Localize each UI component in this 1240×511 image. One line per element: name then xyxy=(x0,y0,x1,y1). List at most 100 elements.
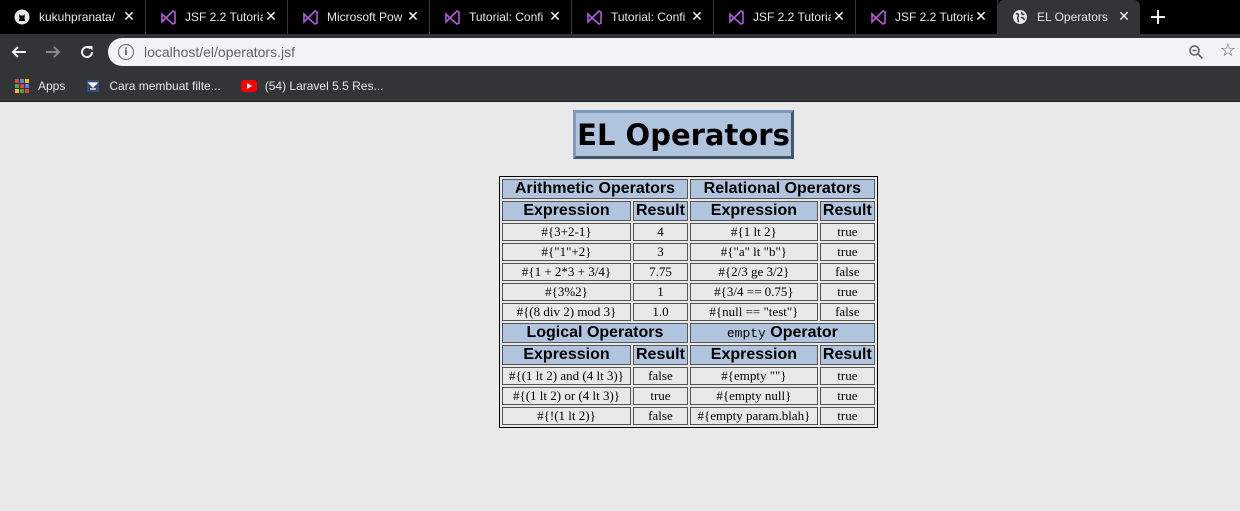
vs-icon xyxy=(302,9,318,25)
bookmark-label: Apps xyxy=(38,78,66,93)
forward-button[interactable] xyxy=(38,37,68,67)
empty-keyword: empty xyxy=(726,326,766,341)
reload-button[interactable] xyxy=(72,37,102,67)
relational-operators-heading: Relational Operators xyxy=(689,179,875,199)
new-tab-button[interactable]: + xyxy=(1140,0,1176,34)
table-row: #{1 + 2*3 + 3/4} 7.75 #{2/3 ge 3/2} fals… xyxy=(502,263,875,281)
empty-operator-suffix: Operator xyxy=(765,324,838,341)
expression-cell: #{empty ""} xyxy=(689,367,818,385)
result-cell: 7.75 xyxy=(633,263,688,281)
page-content: EL Operators Arithmetic Operators Relati… xyxy=(0,103,1240,511)
result-cell: false xyxy=(819,263,875,281)
tab-label: Tutorial: Confi xyxy=(469,10,544,24)
bookmark-cara-membuat[interactable]: Cara membuat filte... xyxy=(85,78,221,94)
result-header: Result xyxy=(633,345,688,365)
arrow-left-icon xyxy=(11,46,26,58)
bookmark-label: (54) Laravel 5.5 Res... xyxy=(264,78,384,93)
tab-jsf-tutorial-3[interactable]: JSF 2.2 Tutoria ✕ xyxy=(856,0,998,34)
tab-label: JSF 2.2 Tutorial xyxy=(185,10,263,24)
close-icon[interactable]: ✕ xyxy=(263,9,279,25)
tab-label: kukuhpranata/ xyxy=(39,10,116,24)
bookmarks-bar: Apps Cara membuat filte... (54) Laravel … xyxy=(0,70,1240,102)
tab-jsf-tutorial-1[interactable]: JSF 2.2 Tutorial ✕ xyxy=(146,0,288,34)
tab-jsf-tutorial-2[interactable]: JSF 2.2 Tutorial ✕ xyxy=(714,0,856,34)
zoom-icon[interactable] xyxy=(1188,44,1204,60)
result-cell: true xyxy=(819,283,875,301)
tab-tutorial-config-1[interactable]: Tutorial: Confi ✕ xyxy=(430,0,572,34)
result-cell: 1.0 xyxy=(633,303,688,321)
expression-cell: #{!(1 lt 2)} xyxy=(502,407,631,425)
table-row: #{(1 lt 2) or (4 lt 3)} true #{empty nul… xyxy=(502,387,875,405)
expression-cell: #{(1 lt 2) or (4 lt 3)} xyxy=(502,387,631,405)
tab-label: EL Operators xyxy=(1037,10,1108,24)
bookmark-apps[interactable]: Apps xyxy=(14,78,65,94)
result-cell: true xyxy=(819,407,875,425)
expression-cell: #{(8 div 2) mod 3} xyxy=(502,303,631,321)
youtube-icon xyxy=(240,78,257,94)
expression-header: Expression xyxy=(689,345,818,365)
result-cell: true xyxy=(819,387,875,405)
expression-cell: #{1 lt 2} xyxy=(689,223,818,241)
globe-icon xyxy=(1012,9,1028,25)
info-icon[interactable]: i xyxy=(118,44,134,60)
tab-label: Microsoft Pow xyxy=(327,10,403,24)
vs-icon xyxy=(160,9,176,25)
page-title: EL Operators xyxy=(577,117,790,152)
result-cell: false xyxy=(633,407,688,425)
reload-icon xyxy=(81,46,94,59)
bookmark-laravel[interactable]: (54) Laravel 5.5 Res... xyxy=(240,78,384,94)
empty-operator-heading: empty Operator xyxy=(689,323,875,343)
vs-icon xyxy=(586,9,602,25)
bookmark-site-icon xyxy=(85,78,101,94)
address-bar[interactable]: i localhost/el/operators.jsf ☆ xyxy=(108,38,1240,66)
expression-cell: #{"1"+2} xyxy=(502,243,631,261)
close-icon[interactable]: ✕ xyxy=(831,9,847,25)
tab-tutorial-config-2[interactable]: Tutorial: Confi ✕ xyxy=(572,0,714,34)
expression-cell: #{empty param.blah} xyxy=(689,407,818,425)
result-cell: 3 xyxy=(633,243,688,261)
vs-icon xyxy=(728,9,744,25)
expression-cell: #{2/3 ge 3/2} xyxy=(689,263,818,281)
expression-cell: #{empty null} xyxy=(689,387,818,405)
result-cell: true xyxy=(819,243,875,261)
close-icon[interactable]: ✕ xyxy=(689,9,705,25)
tab-label: JSF 2.2 Tutoria xyxy=(895,10,973,24)
table-row: #{(8 div 2) mod 3} 1.0 #{null == "test"}… xyxy=(502,303,875,321)
browser-toolbar: i localhost/el/operators.jsf ☆ xyxy=(0,34,1240,70)
tab-github[interactable]: kukuhpranata/ ✕ xyxy=(0,0,146,34)
close-icon[interactable]: ✕ xyxy=(121,9,137,25)
expression-cell: #{"a" lt "b"} xyxy=(689,243,818,261)
expression-cell: #{3+2-1} xyxy=(502,223,631,241)
logical-operators-heading: Logical Operators xyxy=(502,323,688,343)
bookmark-star-icon[interactable]: ☆ xyxy=(1220,40,1236,61)
page-title-box: EL Operators xyxy=(573,110,794,159)
expression-header: Expression xyxy=(502,345,631,365)
close-icon[interactable]: ✕ xyxy=(1116,9,1132,25)
arrow-right-icon xyxy=(46,46,61,58)
table-row: #{"1"+2} 3 #{"a" lt "b"} true xyxy=(502,243,875,261)
expression-cell: #{3%2} xyxy=(502,283,631,301)
tab-microsoft-power[interactable]: Microsoft Pow ✕ xyxy=(288,0,430,34)
close-icon[interactable]: ✕ xyxy=(973,9,989,25)
vs-icon xyxy=(870,9,886,25)
expression-cell: #{1 + 2*3 + 3/4} xyxy=(502,263,631,281)
expression-header: Expression xyxy=(502,201,631,221)
bookmark-label: Cara membuat filte... xyxy=(109,78,221,93)
close-icon[interactable]: ✕ xyxy=(405,9,421,25)
close-icon[interactable]: ✕ xyxy=(547,9,563,25)
result-cell: false xyxy=(633,367,688,385)
result-cell: 4 xyxy=(633,223,688,241)
url-text[interactable]: localhost/el/operators.jsf xyxy=(144,44,295,60)
result-header: Result xyxy=(633,201,688,221)
vs-icon xyxy=(444,9,460,25)
tab-el-operators[interactable]: EL Operators ✕ xyxy=(998,0,1140,34)
back-button[interactable] xyxy=(4,37,34,67)
expression-cell: #{3/4 == 0.75} xyxy=(689,283,818,301)
table-row: #{3%2} 1 #{3/4 == 0.75} true xyxy=(502,283,875,301)
result-cell: true xyxy=(819,367,875,385)
result-cell: false xyxy=(819,303,875,321)
table-row: #{(1 lt 2) and (4 lt 3)} false #{empty "… xyxy=(502,367,875,385)
result-cell: true xyxy=(633,387,688,405)
tab-label: Tutorial: Confi xyxy=(611,10,686,24)
table-row: #{!(1 lt 2)} false #{empty param.blah} t… xyxy=(502,407,875,425)
